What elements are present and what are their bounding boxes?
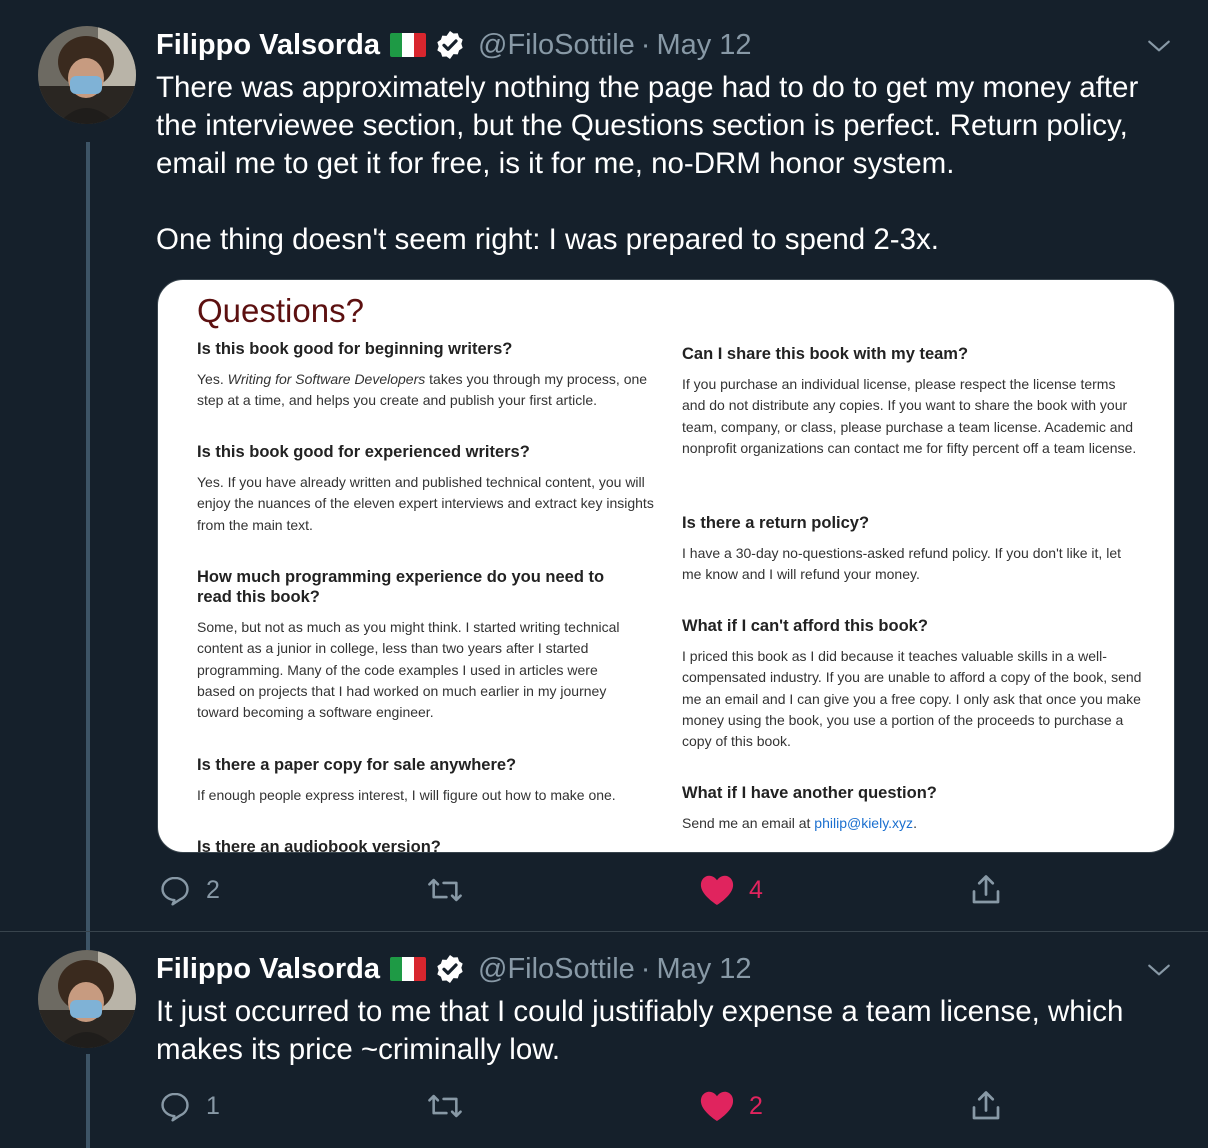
like-count: 4 (749, 875, 763, 904)
faq-answer: If enough people express interest, I wil… (197, 787, 616, 803)
reply-icon (158, 1089, 192, 1123)
avatar[interactable] (38, 950, 136, 1048)
faq-answer: Send me an email at philip@kiely.xyz. (682, 815, 917, 831)
faq-item: Is this book good for beginning writers?… (197, 339, 657, 412)
faq-question: How much programming experience do you n… (197, 568, 605, 606)
faq-item: Is there a paper copy for sale anywhere?… (197, 755, 657, 806)
like-button[interactable]: 2 (699, 1086, 763, 1126)
tweet-text: There was approximately nothing the page… (156, 71, 1139, 256)
reply-button[interactable]: 2 (158, 870, 220, 910)
faq-answer: I priced this book as I did because it t… (682, 648, 1142, 750)
retweet-icon (426, 873, 464, 907)
author-handle[interactable]: @FiloSottile (478, 953, 635, 986)
author-handle[interactable]: @FiloSottile (478, 29, 635, 62)
heart-icon (699, 1089, 735, 1123)
separator: · (640, 952, 651, 985)
heart-icon (699, 873, 735, 907)
reply-count: 2 (206, 875, 220, 904)
tweet[interactable]: Filippo Valsorda @FiloSottile · May 12 T… (0, 0, 1208, 932)
faq-answer: Some, but not as much as you might think… (197, 619, 620, 721)
faq-question: Is there an audiobook version? (197, 838, 441, 853)
verified-badge-icon (434, 953, 466, 985)
share-button[interactable] (968, 1086, 1004, 1126)
faq-answer: If you purchase an individual license, p… (682, 376, 1137, 456)
like-count: 2 (749, 1091, 763, 1120)
share-icon (968, 872, 1004, 908)
tweet[interactable]: Filippo Valsorda @FiloSottile · May 12 I… (0, 932, 1208, 1148)
faq-answer: I have a 30-day no-questions-asked refun… (682, 545, 1121, 583)
reply-button[interactable]: 1 (158, 1086, 220, 1126)
author-name[interactable]: Filippo Valsorda (156, 953, 380, 986)
faq-item: How much programming experience do you n… (197, 567, 637, 723)
faq-question: Can I share this book with my team? (682, 345, 969, 363)
retweet-icon (426, 1089, 464, 1123)
chevron-down-icon[interactable] (1146, 33, 1172, 59)
share-icon (968, 1088, 1004, 1124)
faq-item: Is there an audiobook version? (197, 837, 657, 853)
faq-question: What if I can't afford this book? (682, 617, 928, 635)
like-button[interactable]: 4 (699, 870, 763, 910)
tweet-actions: 1 2 (156, 1086, 1016, 1126)
faq-question: Is there a paper copy for sale anywhere? (197, 756, 517, 774)
faq-item: Can I share this book with my team? If y… (682, 344, 1142, 459)
retweet-button[interactable] (426, 870, 478, 910)
faq-question: Is this book good for beginning writers? (197, 340, 513, 358)
faq-question: What if I have another question? (682, 784, 937, 802)
faq-question: Is this book good for experienced writer… (197, 443, 530, 461)
thread-line (86, 142, 90, 932)
faq-item: Is this book good for experienced writer… (197, 442, 657, 536)
tweet-actions: 2 4 (156, 870, 1016, 910)
tweet-text: It just occurred to me that I could just… (156, 995, 1132, 1066)
chevron-down-icon[interactable] (1146, 957, 1172, 983)
card-title: Questions? (197, 292, 364, 329)
faq-item: Is there a return policy? I have a 30-da… (682, 513, 1142, 586)
faq-answer: Yes. If you have already written and pub… (197, 474, 654, 533)
reply-icon (158, 873, 192, 907)
tweet-date[interactable]: May 12 (656, 29, 751, 62)
attached-image[interactable]: Questions? Is this book good for beginni… (157, 279, 1175, 853)
separator: · (640, 28, 651, 61)
tweet-date[interactable]: May 12 (656, 953, 751, 986)
thread-line (86, 932, 90, 950)
tweet-header: Filippo Valsorda @FiloSottile · May 12 (156, 25, 752, 65)
faq-item: What if I can't afford this book? I pric… (682, 616, 1142, 752)
faq-answer: Yes. Writing for Software Developers tak… (197, 371, 648, 409)
tweet-header: Filippo Valsorda @FiloSottile · May 12 (156, 949, 752, 989)
verified-badge-icon (434, 29, 466, 61)
faq-question: Is there a return policy? (682, 514, 870, 532)
share-button[interactable] (968, 870, 1004, 910)
italy-flag-icon (390, 957, 426, 981)
email-link[interactable]: philip@kiely.xyz (814, 815, 913, 831)
faq-item: What if I have another question? Send me… (682, 783, 1142, 834)
italy-flag-icon (390, 33, 426, 57)
author-name[interactable]: Filippo Valsorda (156, 29, 380, 62)
reply-count: 1 (206, 1091, 220, 1120)
retweet-button[interactable] (426, 1086, 478, 1126)
avatar[interactable] (38, 26, 136, 124)
thread-line (86, 1054, 90, 1148)
